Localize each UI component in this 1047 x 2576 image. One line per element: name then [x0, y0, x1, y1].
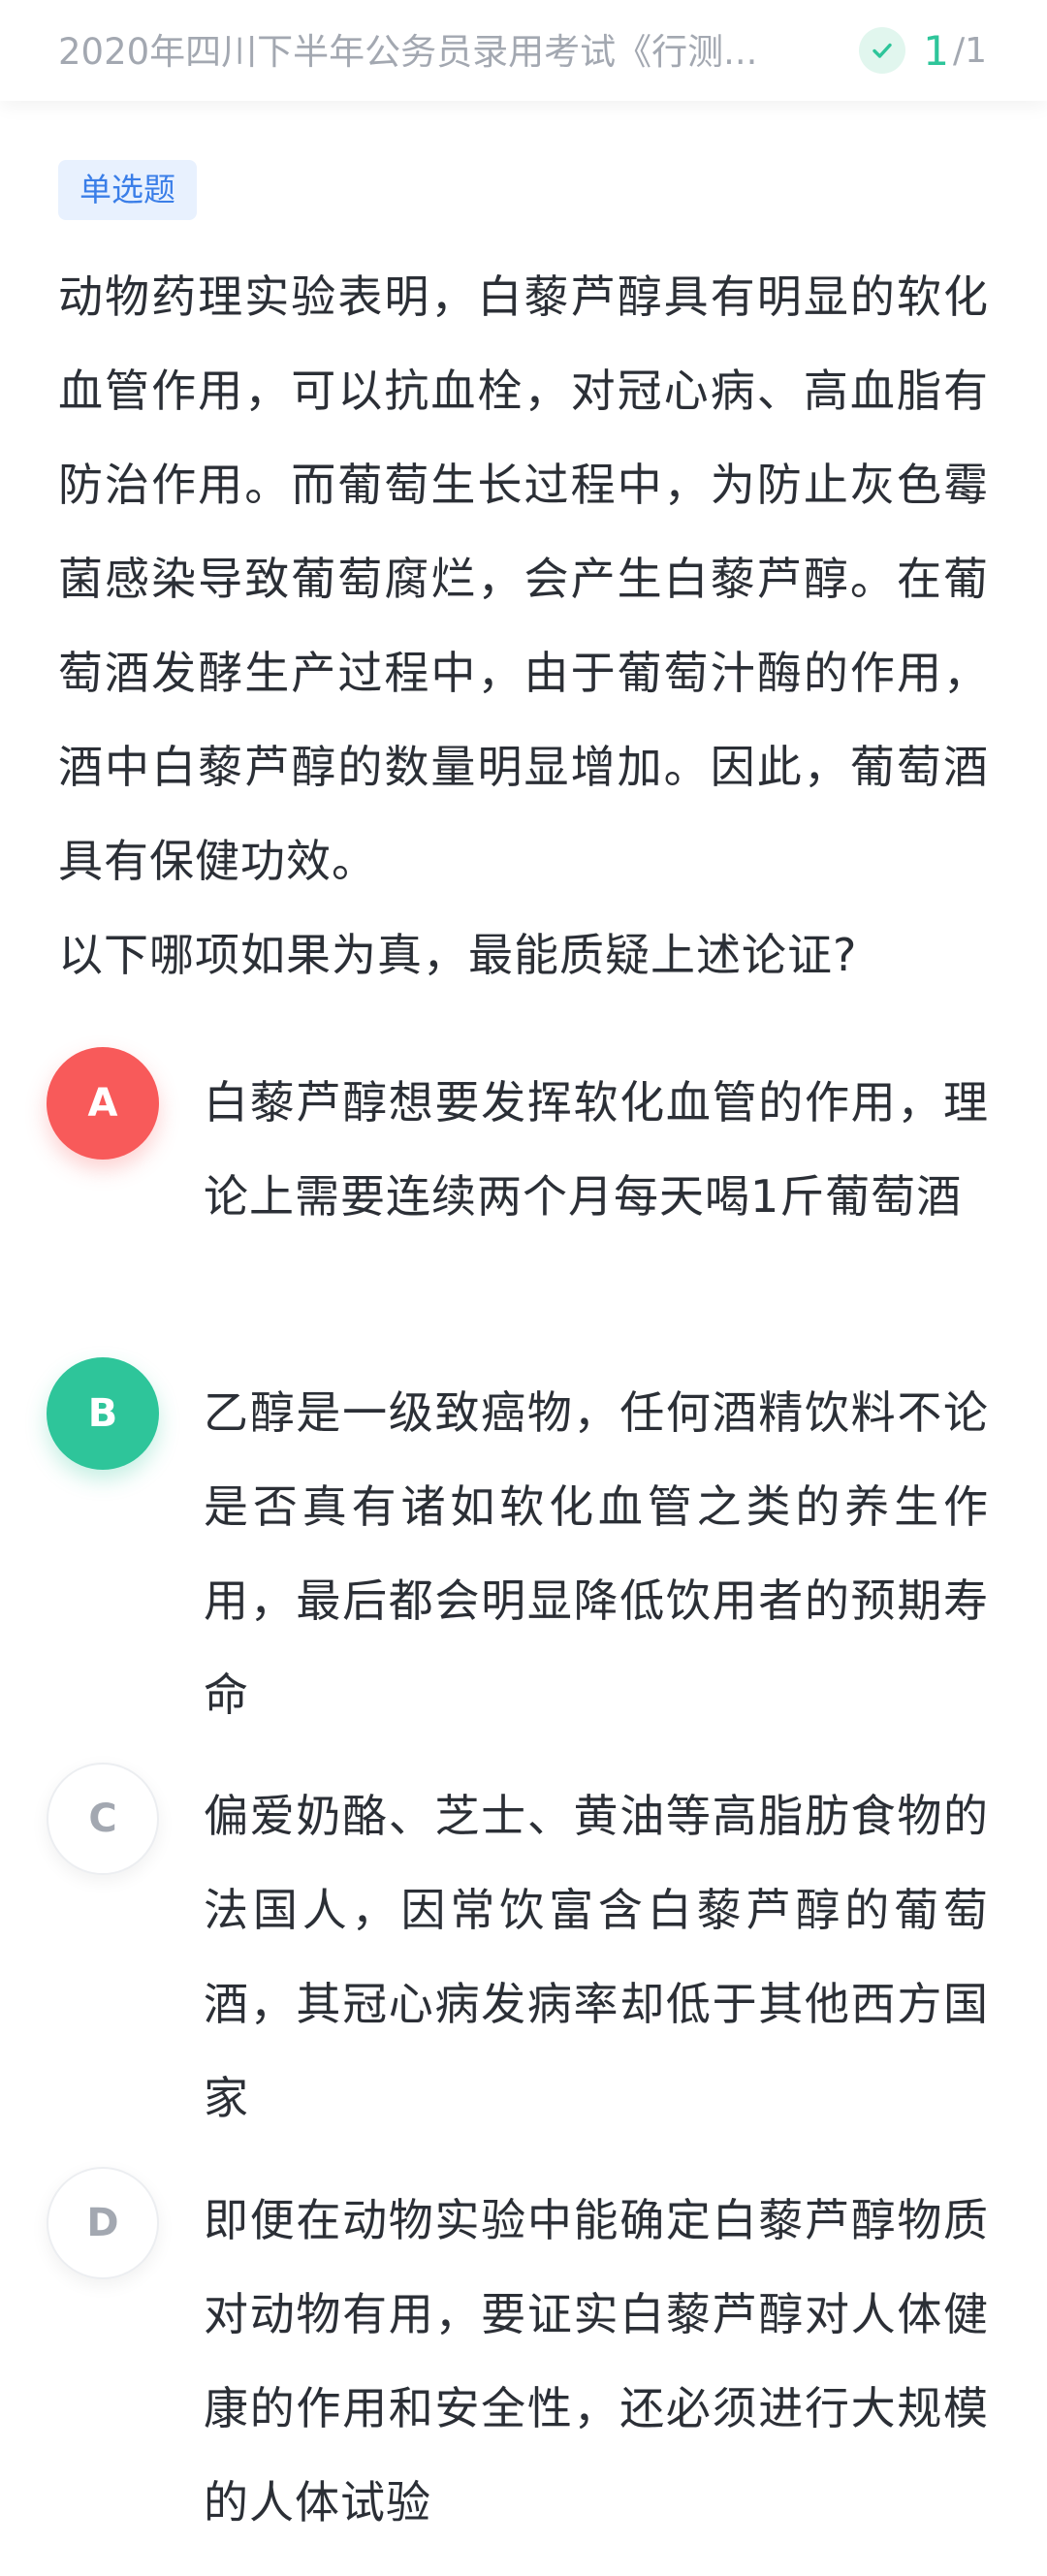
progress-current: 1	[923, 26, 949, 75]
option-b-text[interactable]: 乙醇是一级致癌物，任何酒精饮料不论是否真有诸如软化血管之类的养生作用，最后都会明…	[204, 1366, 989, 1742]
check-icon	[859, 27, 906, 74]
option-d-text[interactable]: 即便在动物实验中能确定白藜芦醇物质对动物有用，要证实白藜芦醇对人体健康的作用和安…	[204, 2174, 989, 2550]
progress-separator: /	[952, 30, 966, 71]
option-a-badge[interactable]: A	[47, 1047, 159, 1160]
progress-total: 1	[965, 30, 987, 71]
question-prompt: 以下哪项如果为真，最能质疑上述论证?	[58, 929, 858, 981]
option-c-badge[interactable]: C	[47, 1763, 159, 1875]
question-progress: 1 / 1	[859, 23, 987, 78]
option-c-text[interactable]: 偏爱奶酪、芝士、黄油等高脂肪食物的法国人，因常饮富含白藜芦醇的葡萄酒，其冠心病发…	[204, 1769, 989, 2146]
option-d-badge[interactable]: D	[47, 2167, 159, 2279]
question-type-tag: 单选题	[58, 160, 197, 220]
question-stem: 动物药理实验表明，白藜芦醇具有明显的软化血管作用，可以抗血栓，对冠心病、高血脂有…	[58, 250, 989, 1002]
exam-title: 2020年四川下半年公务员录用考试《行测...	[58, 31, 758, 73]
option-a-text[interactable]: 白藜芦醇想要发挥软化血管的作用，理论上需要连续两个月每天喝1斤葡萄酒	[204, 1056, 989, 1244]
top-bar: 2020年四川下半年公务员录用考试《行测... 1 / 1	[0, 0, 1047, 101]
question-stem-text: 动物药理实验表明，白藜芦醇具有明显的软化血管作用，可以抗血栓，对冠心病、高血脂有…	[58, 270, 989, 887]
option-b-badge[interactable]: B	[47, 1357, 159, 1470]
